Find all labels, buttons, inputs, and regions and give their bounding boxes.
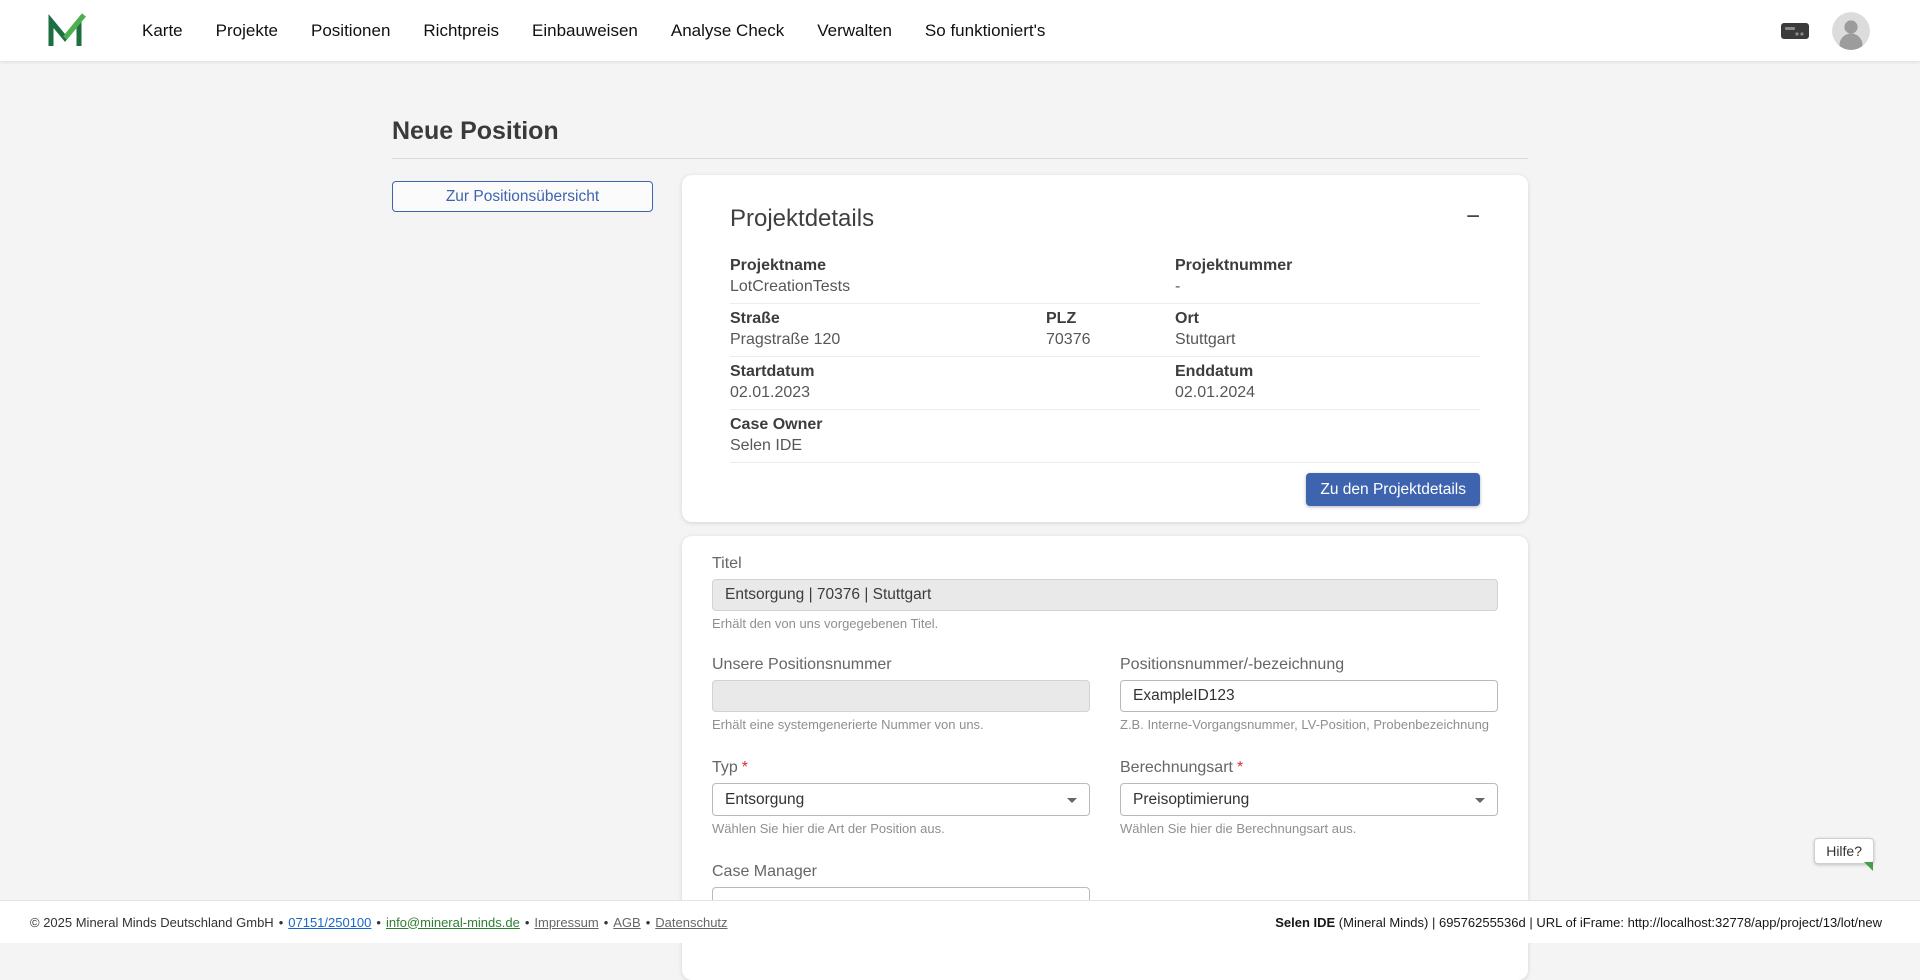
unsere-positionsnummer-field: Unsere Positionsnummer Erhält eine syste… <box>712 655 1090 732</box>
chevron-down-icon <box>1067 798 1077 803</box>
case-owner-label: Case Owner <box>730 416 1480 434</box>
table-row: Straße Pragstraße 120 PLZ 70376 Ort Stut… <box>730 304 1480 357</box>
nav-item-richtpreis[interactable]: Richtpreis <box>423 21 499 41</box>
separator: • <box>646 915 651 930</box>
positionsnummer-helper: Z.B. Interne-Vorgangsnummer, LV-Position… <box>1120 717 1498 732</box>
project-details-title: Projektdetails <box>730 205 874 233</box>
projektname-value: LotCreationTests <box>730 277 1175 296</box>
ort-label: Ort <box>1175 310 1480 328</box>
berechnungsart-helper: Wählen Sie hier die Berechnungsart aus. <box>1120 821 1498 836</box>
project-details-card: Projektdetails − Projektname LotCreation… <box>682 175 1528 522</box>
table-row: Startdatum 02.01.2023 Enddatum 02.01.202… <box>730 357 1480 410</box>
copyright-text: © 2025 Mineral Minds Deutschland GmbH <box>30 915 274 930</box>
nav-item-karte[interactable]: Karte <box>142 21 183 41</box>
go-to-project-details-button[interactable]: Zu den Projektdetails <box>1306 473 1480 506</box>
plz-label: PLZ <box>1046 310 1175 328</box>
separator: • <box>525 915 530 930</box>
berechnungsart-select[interactable]: Preisoptimierung <box>1120 783 1498 816</box>
strasse-label: Straße <box>730 310 1046 328</box>
separator: • <box>376 915 381 930</box>
nav-item-projekte[interactable]: Projekte <box>216 21 278 41</box>
mineral-minds-logo[interactable] <box>46 13 86 49</box>
startdatum-label: Startdatum <box>730 363 1175 381</box>
terminal-icon[interactable] <box>1780 21 1810 41</box>
ort-value: Stuttgart <box>1175 330 1480 349</box>
nav-item-so-funktionierts[interactable]: So funktioniert's <box>925 21 1045 41</box>
separator: • <box>279 915 284 930</box>
top-nav-bar: Karte Projekte Positionen Richtpreis Ein… <box>0 0 1920 61</box>
nav-item-verwalten[interactable]: Verwalten <box>817 21 892 41</box>
titel-field: Titel Erhält den von uns vorgegebenen Ti… <box>712 554 1498 631</box>
chevron-down-icon <box>1475 798 1485 803</box>
table-row: Projektname LotCreationTests Projektnumm… <box>730 251 1480 304</box>
title-divider <box>392 158 1528 159</box>
collapse-card-button[interactable]: − <box>1466 205 1480 229</box>
strasse-value: Pragstraße 120 <box>730 330 1046 349</box>
positionsnummer-label: Positionsnummer/-bezeichnung <box>1120 655 1498 674</box>
berechnungsart-label: Berechnungsart* <box>1120 758 1498 777</box>
logo-m-icon <box>46 13 86 49</box>
titel-label: Titel <box>712 554 1498 573</box>
positionsnummer-input[interactable] <box>1120 680 1498 712</box>
footer-link-impressum[interactable]: Impressum <box>534 915 598 930</box>
help-button[interactable]: Hilfe? <box>1814 838 1874 864</box>
projektname-label: Projektname <box>730 257 1175 275</box>
typ-label: Typ* <box>712 758 1090 777</box>
required-asterisk: * <box>1237 759 1243 776</box>
main-content: Neue Position Zur Positionsübersicht Pro… <box>0 61 1920 943</box>
footer: © 2025 Mineral Minds Deutschland GmbH • … <box>0 900 1920 943</box>
typ-field: Typ* Entsorgung Wählen Sie hier die Art … <box>712 758 1090 836</box>
nav-item-positionen[interactable]: Positionen <box>311 21 390 41</box>
footer-left: © 2025 Mineral Minds Deutschland GmbH • … <box>30 915 728 930</box>
table-row: Case Owner Selen IDE <box>730 410 1480 463</box>
session-user: Selen IDE <box>1275 915 1335 930</box>
case-owner-value: Selen IDE <box>730 436 1480 455</box>
user-avatar[interactable] <box>1832 12 1870 50</box>
startdatum-value: 02.01.2023 <box>730 383 1175 402</box>
page-title: Neue Position <box>392 117 1528 146</box>
nav-right-actions <box>1780 12 1870 50</box>
separator: • <box>604 915 609 930</box>
enddatum-value: 02.01.2024 <box>1175 383 1480 402</box>
typ-helper: Wählen Sie hier die Art der Position aus… <box>712 821 1090 836</box>
footer-link-datenschutz[interactable]: Datenschutz <box>655 915 727 930</box>
back-to-positions-button[interactable]: Zur Positionsübersicht <box>392 181 653 212</box>
person-icon <box>1832 12 1870 50</box>
titel-helper: Erhält den von uns vorgegebenen Titel. <box>712 616 1498 631</box>
main-nav: Karte Projekte Positionen Richtpreis Ein… <box>142 21 1045 41</box>
unsere-positionsnummer-helper: Erhält eine systemgenerierte Nummer von … <box>712 717 1090 732</box>
session-details: (Mineral Minds) | 69576255536d | URL of … <box>1335 915 1882 930</box>
enddatum-label: Enddatum <box>1175 363 1480 381</box>
footer-phone-link[interactable]: 07151/250100 <box>288 915 371 930</box>
nav-item-analyse-check[interactable]: Analyse Check <box>671 21 784 41</box>
typ-select[interactable]: Entsorgung <box>712 783 1090 816</box>
unsere-positionsnummer-label: Unsere Positionsnummer <box>712 655 1090 674</box>
projektnummer-value: - <box>1175 277 1480 296</box>
project-details-table: Projektname LotCreationTests Projektnumm… <box>730 251 1480 463</box>
footer-link-agb[interactable]: AGB <box>613 915 640 930</box>
plz-value: 70376 <box>1046 330 1175 349</box>
footer-session-info: Selen IDE (Mineral Minds) | 69576255536d… <box>1275 915 1882 930</box>
footer-email-link[interactable]: info@mineral-minds.de <box>386 915 520 930</box>
berechnungsart-field: Berechnungsart* Preisoptimierung Wählen … <box>1120 758 1498 836</box>
unsere-positionsnummer-input <box>712 680 1090 712</box>
positionsnummer-field: Positionsnummer/-bezeichnung Z.B. Intern… <box>1120 655 1498 732</box>
case-manager-label: Case Manager <box>712 862 1090 881</box>
nav-item-einbauweisen[interactable]: Einbauweisen <box>532 21 638 41</box>
titel-input <box>712 579 1498 611</box>
berechnungsart-select-value: Preisoptimierung <box>1133 791 1249 808</box>
right-column: Projektdetails − Projektname LotCreation… <box>682 175 1528 980</box>
left-column: Zur Positionsübersicht <box>392 175 653 212</box>
required-asterisk: * <box>742 759 748 776</box>
projektnummer-label: Projektnummer <box>1175 257 1480 275</box>
typ-select-value: Entsorgung <box>725 791 804 808</box>
